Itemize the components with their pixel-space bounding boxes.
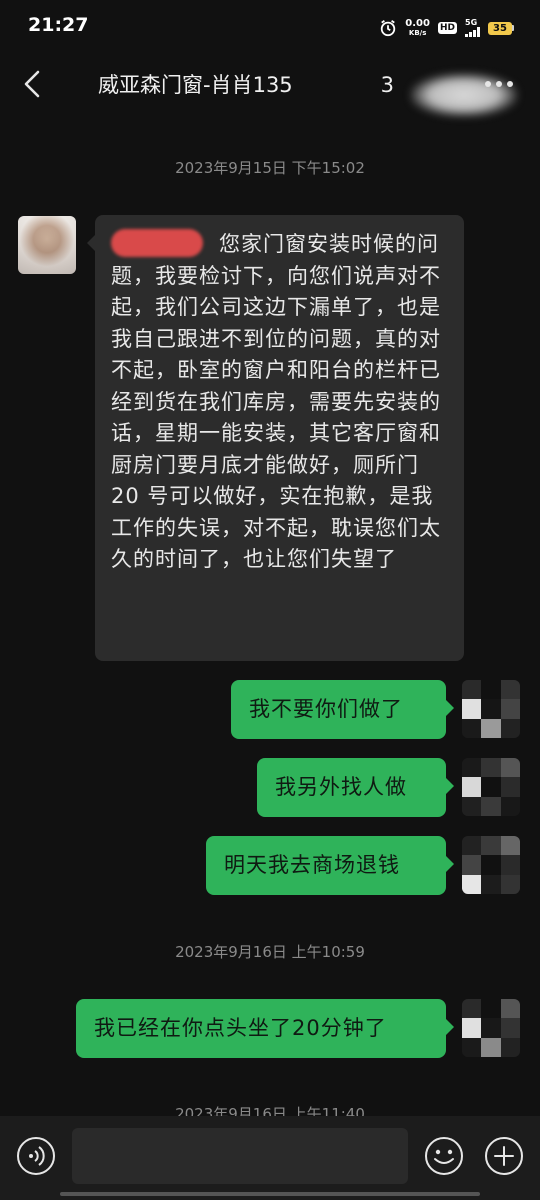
alarm-icon (381, 20, 396, 37)
battery-icon: 35 (488, 21, 514, 35)
network-type: 5G (465, 18, 478, 27)
chat-title-text: 威亚森门窗-肖肖135 (98, 73, 293, 97)
back-arrow-icon[interactable] (18, 66, 48, 102)
outgoing-message-text: 我不要你们做了 (249, 696, 403, 721)
my-avatar[interactable] (462, 680, 520, 738)
battery-level: 35 (488, 21, 512, 35)
emoji-icon[interactable] (424, 1136, 464, 1176)
my-avatar[interactable] (462, 758, 520, 816)
chat-title-tail: 3 (380, 73, 395, 97)
outgoing-message-bubble[interactable]: 明天我去商场退钱 (206, 836, 454, 895)
status-icons: 0.00 KB/s HD 5G 35 (379, 16, 514, 40)
message-timestamp: 2023年9月15日 下午15:02 (175, 159, 365, 177)
my-avatar[interactable] (462, 999, 520, 1057)
message-input[interactable] (72, 1128, 408, 1184)
network-speed-unit: KB/s (408, 29, 427, 37)
outgoing-message-text: 我已经在你点头坐了20分钟了 (94, 1015, 387, 1040)
redaction-mark (111, 229, 203, 257)
chat-title: 威亚森门窗-肖肖135 3 (98, 69, 518, 117)
my-avatar[interactable] (462, 836, 520, 894)
status-time: 21:27 (28, 14, 89, 36)
network-speed-value: 0.00 (405, 18, 430, 29)
message-timestamp: 2023年9月16日 上午10:59 (175, 943, 365, 961)
hd-badge: HD (437, 22, 457, 34)
outgoing-message-bubble[interactable]: 我不要你们做了 (231, 680, 454, 739)
home-indicator (60, 1192, 480, 1196)
signal-icon: 5G (465, 19, 480, 37)
network-speed: 0.00 KB/s (405, 18, 430, 38)
contact-avatar[interactable] (18, 216, 76, 274)
incoming-message-text: 您家门窗安装时候的问题，我要检讨下，向您们说声对不起，我们公司这边下漏单了，也是… (111, 232, 441, 571)
incoming-message-bubble[interactable]: 您家门窗安装时候的问题，我要检讨下，向您们说声对不起，我们公司这边下漏单了，也是… (87, 215, 464, 661)
outgoing-message-bubble[interactable]: 我已经在你点头坐了20分钟了 (76, 999, 454, 1058)
signal-bars (465, 27, 480, 37)
plus-icon[interactable] (484, 1136, 524, 1176)
voice-input-icon[interactable] (16, 1136, 56, 1176)
outgoing-message-bubble[interactable]: 我另外找人做 (257, 758, 454, 817)
outgoing-message-text: 我另外找人做 (275, 774, 407, 799)
chat-header: 威亚森门窗-肖肖135 3 (0, 56, 540, 117)
outgoing-message-text: 明天我去商场退钱 (224, 852, 400, 877)
chat-input-bar (0, 1116, 540, 1200)
status-bar: 21:27 0.00 KB/s HD 5G 35 (0, 0, 540, 56)
more-options-icon[interactable] (484, 80, 514, 88)
